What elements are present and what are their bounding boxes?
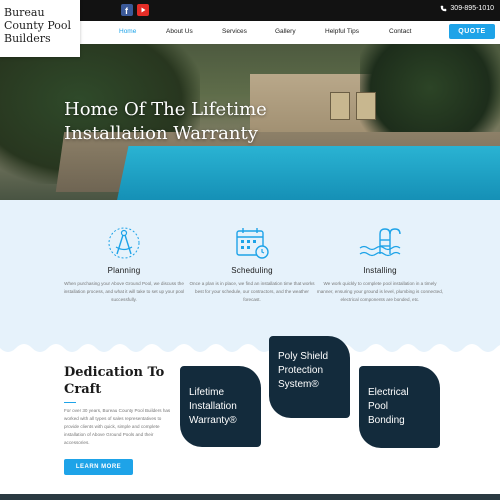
dedication-text: For over 30 years, Bureau County Pool Bu…	[64, 408, 171, 445]
dedication-title: Dedication To Craft	[64, 365, 165, 397]
hero-banner: Home Of The Lifetime Installation Warran…	[0, 44, 500, 214]
card-line: Warranty®	[189, 415, 237, 426]
card-line: Poly Shield	[278, 351, 329, 362]
feature-text: We work quickly to complete pool install…	[316, 281, 444, 302]
card-electrical-bonding[interactable]: Electrical Pool Bonding	[359, 366, 440, 448]
card-line: Bonding	[368, 415, 405, 426]
card-lifetime-warranty[interactable]: Lifetime Installation Warranty®	[180, 366, 261, 447]
card-poly-shield[interactable]: Poly Shield Protection System®	[269, 336, 350, 418]
feature-text: Once a plan is in place, we find an inst…	[189, 281, 315, 302]
calendar-icon	[236, 228, 269, 259]
logo-line: Bureau	[4, 6, 45, 19]
nav-item-home[interactable]: Home	[119, 28, 136, 35]
card-line: Pool	[368, 401, 389, 412]
site-logo[interactable]: Bureau County Pool Builders	[0, 0, 80, 57]
nav-item-helpful-tips[interactable]: Helpful Tips	[325, 28, 359, 35]
nav-item-contact[interactable]: Contact	[389, 28, 411, 35]
phone-icon	[441, 5, 447, 12]
quote-button[interactable]: QUOTE	[449, 24, 495, 39]
feature-planning: Planning When purchasing your Above Grou…	[59, 226, 189, 304]
nav-item-about-us[interactable]: About Us	[166, 28, 193, 35]
feature-title: Scheduling	[231, 266, 273, 275]
nav-item-services[interactable]: Services	[222, 28, 247, 35]
phone-number: 309-895-1010	[450, 5, 494, 12]
feature-text: When purchasing your Above Ground Pool, …	[63, 281, 185, 302]
logo-line: Builders	[4, 32, 51, 45]
svg-text:f: f	[125, 6, 129, 16]
feature-scheduling: Scheduling Once a plan is in place, we f…	[187, 226, 317, 304]
wave-divider	[0, 344, 500, 356]
feature-title: Planning	[107, 266, 141, 275]
learn-more-button[interactable]: LEARN MORE	[64, 459, 133, 475]
feature-title: Installing	[363, 266, 397, 275]
card-line: System®	[278, 379, 319, 390]
hero-image-chair	[356, 92, 376, 120]
nav-item-gallery[interactable]: Gallery	[275, 28, 296, 35]
facebook-icon[interactable]: f	[121, 4, 133, 16]
card-line: Lifetime	[189, 387, 225, 398]
logo-line: County Pool	[4, 19, 72, 32]
wave-divider	[0, 200, 500, 212]
feature-installing: Installing We work quickly to complete p…	[315, 226, 445, 304]
hero-title: Home Of The Lifetime Installation Warran…	[64, 99, 267, 144]
youtube-icon[interactable]	[137, 4, 149, 16]
pool-ladder-icon	[359, 228, 401, 257]
title-underline	[64, 402, 76, 403]
card-line: Protection	[278, 365, 324, 376]
footer-image-strip	[0, 494, 500, 500]
card-line: Installation	[189, 401, 237, 412]
hero-image-chair	[330, 92, 350, 120]
card-line: Electrical	[368, 387, 409, 398]
compass-icon	[108, 227, 140, 259]
phone-link[interactable]: 309-895-1010	[440, 5, 494, 12]
